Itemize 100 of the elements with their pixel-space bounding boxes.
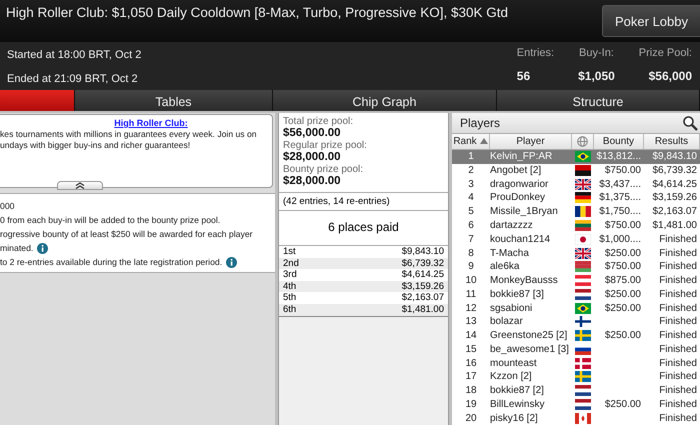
player-row[interactable]: 8 T-Macha $250.00 Finished bbox=[452, 246, 700, 260]
rank-cell-text: 3 bbox=[467, 178, 475, 190]
detail-text: 000 bbox=[0, 200, 14, 213]
column-header[interactable]: Results bbox=[644, 134, 700, 149]
bounty-cell-text: $250.00 bbox=[604, 248, 642, 259]
player-cell-text: Kelvin_FP:AR bbox=[490, 151, 554, 162]
bounty-cell-text: $750.00 bbox=[604, 164, 642, 176]
rank-cell-text: 11 bbox=[464, 288, 478, 300]
rank-cell-text: 1 bbox=[467, 151, 475, 162]
player-cell-text: bolazar bbox=[490, 316, 524, 328]
club-link[interactable]: High Roller Club: bbox=[114, 118, 188, 128]
player-cell-text: dartazzzz bbox=[490, 220, 534, 231]
player-cell-text: dragonwarior bbox=[490, 178, 550, 190]
stat-label: Prize Pool: bbox=[638, 47, 692, 59]
player-cell-text: ale6ka bbox=[490, 261, 520, 272]
result-cell-text: $2,163.07 bbox=[652, 206, 698, 218]
payout-cell: $9,843.10 bbox=[402, 246, 444, 258]
player-row[interactable]: 20 pisky16 [2] Finished bbox=[452, 411, 700, 425]
info-icon[interactable] bbox=[226, 256, 238, 268]
player-row[interactable]: 2 Angobet [2] $750.00 $6,739.32 bbox=[452, 164, 700, 178]
result-cell-text: Finished bbox=[658, 412, 698, 424]
result-cell-text: $9,843.10 bbox=[652, 151, 698, 162]
search-icon[interactable] bbox=[682, 114, 698, 131]
stat-value: $56,000 bbox=[648, 69, 692, 83]
flag-icon bbox=[575, 385, 591, 396]
rank-cell-text: 17 bbox=[464, 371, 478, 382]
collapse-button[interactable] bbox=[57, 181, 103, 190]
player-cell-text: Angobet [2] bbox=[490, 164, 542, 176]
player-row[interactable]: 6 dartazzzz $750.00 $1,481.00 bbox=[452, 218, 700, 232]
result-cell-text: Finished bbox=[658, 330, 698, 342]
place-cell: 1st bbox=[283, 246, 296, 258]
flag-icon bbox=[575, 288, 591, 300]
tab[interactable]: Chip Graph bbox=[273, 90, 497, 111]
detail-text: rogressive bounty of at least $250 will be awarded for each player bbox=[0, 228, 253, 241]
payout-cell: $3,159.26 bbox=[402, 280, 444, 292]
flag-icon bbox=[575, 371, 591, 382]
result-cell-text: Finished bbox=[658, 248, 698, 259]
player-row[interactable]: 3 dragonwarior $3,437.... $4,614.25 bbox=[452, 177, 700, 192]
description-text: undays with bigger buy-ins and richer guarantees! bbox=[0, 140, 192, 151]
tab[interactable]: Tables bbox=[75, 90, 273, 111]
result-cell-text: Finished bbox=[658, 288, 698, 300]
column-header[interactable]: Bounty bbox=[594, 134, 644, 149]
rank-cell-text: 13 bbox=[464, 316, 478, 328]
flag-icon bbox=[575, 164, 591, 176]
rank-cell-text: 15 bbox=[464, 344, 478, 355]
player-row[interactable]: 17 Kzzon [2] Finished bbox=[452, 370, 700, 384]
player-cell-text: pisky16 [2] bbox=[490, 412, 539, 424]
info-icon[interactable] bbox=[37, 242, 48, 254]
detail-text: minated. bbox=[0, 242, 34, 255]
rank-cell-text: 5 bbox=[467, 206, 475, 218]
stat-value: 56 bbox=[516, 69, 530, 83]
player-cell-text: kouchan1214 bbox=[490, 234, 552, 245]
rank-cell-text: 8 bbox=[467, 248, 475, 259]
player-row[interactable]: 18 bokkie87 [2] Finished bbox=[452, 384, 700, 398]
window-title: High Roller Club: $1,050 Daily Cooldown [8-Max, Turbo, Progressive KO], $30K Gtd bbox=[6, 5, 508, 20]
pool-value: $28,000.00 bbox=[283, 175, 342, 187]
player-row[interactable]: 11 bokkie87 [3] $250.00 Finished bbox=[452, 287, 700, 302]
pool-value: $56,000.00 bbox=[283, 127, 341, 139]
player-cell-text: MonkeyBausss bbox=[490, 275, 559, 286]
result-cell-text: Finished bbox=[658, 371, 698, 382]
entries-note: (42 entries, 14 re-entries) bbox=[279, 192, 448, 211]
flag-icon bbox=[575, 261, 591, 272]
column-header[interactable]: Rank bbox=[452, 134, 490, 149]
player-row[interactable]: 16 mounteast Finished bbox=[452, 356, 700, 370]
flag-icon bbox=[575, 206, 591, 218]
poker-lobby-button[interactable]: Poker Lobby bbox=[602, 5, 700, 37]
place-cell: 4th bbox=[283, 280, 296, 292]
bounty-cell-text: $250.00 bbox=[604, 330, 642, 342]
result-cell-text: Finished bbox=[658, 358, 698, 369]
player-row[interactable]: 7 kouchan1214 $1,000.... Finished bbox=[452, 232, 700, 246]
detail-text: 0 from each buy-in will be added to the bounty prize pool. bbox=[0, 214, 220, 227]
player-row[interactable]: 14 Greenstone25 [2] $250.00 Finished bbox=[452, 328, 700, 342]
rank-cell-text: 16 bbox=[464, 358, 478, 369]
result-cell-text: Finished bbox=[658, 234, 698, 245]
payout-cell: $2,163.07 bbox=[402, 292, 444, 304]
player-cell-text: BillLewinsky bbox=[490, 398, 546, 410]
flag-icon bbox=[575, 192, 591, 204]
column-header[interactable]: Player bbox=[490, 134, 572, 149]
player-row[interactable]: 15 be_awesome1 [3] Finished bbox=[452, 342, 700, 356]
result-cell-text: Finished bbox=[658, 398, 698, 410]
bounty-cell-text: $1,375.... bbox=[598, 192, 642, 204]
sort-up-icon bbox=[480, 138, 488, 144]
player-row[interactable]: 4 ProuDonkey $1,375.... $3,159.26 bbox=[452, 191, 700, 205]
tab[interactable]: Structure bbox=[497, 90, 700, 111]
rank-cell-text: 18 bbox=[464, 385, 478, 396]
player-cell-text: mounteast bbox=[490, 358, 538, 369]
globe-icon[interactable] bbox=[577, 136, 588, 147]
flag-icon bbox=[575, 234, 591, 245]
player-row[interactable]: 10 MonkeyBausss $875.00 Finished bbox=[452, 274, 700, 288]
result-cell-text: Finished bbox=[658, 275, 698, 286]
player-row[interactable]: 12 sgsabioni $250.00 Finished bbox=[452, 301, 700, 315]
player-cell-text: Greenstone25 [2] bbox=[490, 330, 568, 342]
player-cell-text: bokkie87 [3] bbox=[490, 288, 545, 300]
player-row[interactable]: 13 bolazar Finished bbox=[452, 314, 700, 329]
result-cell-text: Finished bbox=[658, 344, 698, 355]
result-cell-text: Finished bbox=[658, 302, 698, 314]
player-row[interactable]: 1 Kelvin_FP:AR $13,812... $9,843.10 bbox=[452, 150, 700, 164]
player-row[interactable]: 19 BillLewinsky $250.00 Finished bbox=[452, 398, 700, 412]
player-row[interactable]: 5 Missile_1Bryan $1,750.... $2,163.07 bbox=[452, 204, 700, 219]
player-row[interactable]: 9 ale6ka $750.00 Finished bbox=[452, 260, 700, 274]
